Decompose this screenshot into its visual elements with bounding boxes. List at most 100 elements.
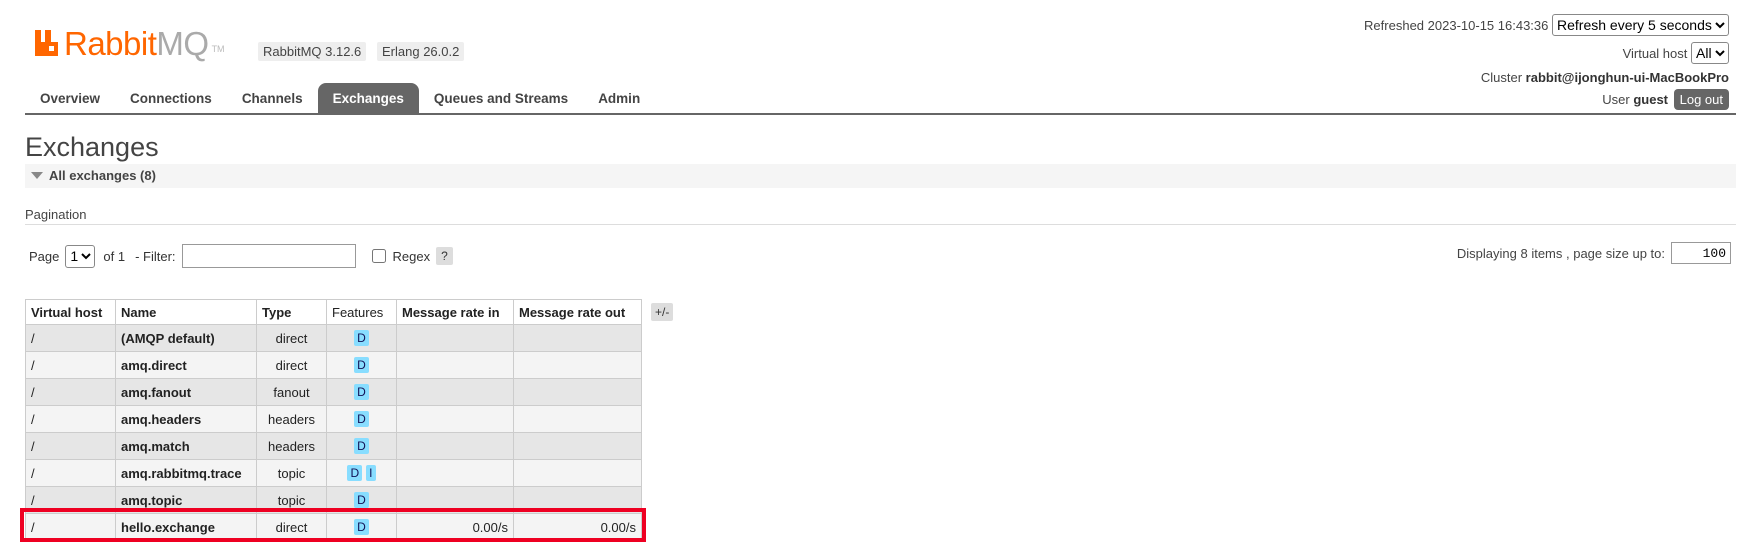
cell-vhost: / (25, 405, 116, 433)
page-select[interactable]: 1 (65, 244, 96, 268)
refresh-interval-select[interactable]: Refresh every 5 seconds (1552, 14, 1729, 36)
erlang-version-badge: Erlang 26.0.2 (377, 42, 465, 61)
feature-badge: D (354, 357, 369, 373)
exchanges-table: Virtual host Name Type Features Message … (25, 299, 642, 541)
cell-vhost: / (25, 459, 116, 487)
cell-rate-out (513, 324, 642, 352)
display-count-label: Displaying 8 items , page size up to: (1456, 245, 1665, 261)
cell-rate-out (513, 351, 642, 379)
table-row: / (AMQP default) direct D (25, 324, 642, 352)
feature-badge: D (354, 438, 369, 454)
page-of-label: of 1 (103, 248, 126, 264)
cell-features: D (326, 324, 397, 352)
cell-rate-in (396, 459, 514, 487)
cell-features: D (326, 405, 397, 433)
table-row: / amq.fanout fanout D (25, 378, 642, 406)
vhost-label: Virtual host (1622, 46, 1688, 61)
user-label: User (1602, 92, 1630, 107)
refresh-row: Refreshed 2023-10-15 16:43:36 Refresh ev… (1364, 14, 1729, 36)
cell-features: D (326, 378, 397, 406)
cell-features: DI (326, 459, 397, 487)
table-row: / amq.direct direct D (25, 351, 642, 379)
regex-label: Regex (392, 248, 431, 264)
main-nav-tabs: Overview Connections Channels Exchanges … (25, 83, 655, 114)
col-type[interactable]: Type (256, 299, 327, 325)
cell-type: topic (256, 459, 327, 487)
page-size-input[interactable] (1671, 242, 1731, 264)
logo-trademark: TM (211, 44, 225, 54)
table-row: / amq.rabbitmq.trace topic D I (25, 459, 642, 487)
tab-overview[interactable]: Overview (25, 83, 115, 114)
all-exchanges-section-toggle[interactable]: All exchanges (8) (25, 164, 1736, 188)
tab-admin[interactable]: Admin (583, 83, 655, 114)
logout-button[interactable]: Log out (1673, 89, 1729, 110)
table-row: / amq.match headers D (25, 432, 642, 460)
pagination-controls: Page 1 of 1 - Filter: Regex ? (29, 244, 453, 268)
logo-text-rabbit: Rabbit (64, 25, 157, 62)
cell-vhost: / (25, 324, 116, 352)
cell-exchange-name[interactable]: amq.match (115, 432, 257, 460)
cell-rate-out (513, 405, 642, 433)
feature-badge: D (354, 384, 369, 400)
logo-text-mq: MQ (156, 25, 209, 62)
pagination-label: Pagination (25, 207, 87, 222)
vhost-row: Virtual host All (1623, 42, 1729, 64)
table-header-row: Virtual host Name Type Features Message … (25, 299, 642, 325)
cluster-label: Cluster (1480, 70, 1523, 85)
cell-rate-in (396, 378, 514, 406)
regex-checkbox[interactable] (371, 249, 386, 263)
cell-rate-out (513, 378, 642, 406)
feature-badge: D (354, 492, 369, 508)
cluster-name: rabbit@ijonghun-ui-MacBookPro (1525, 70, 1729, 85)
col-features: Features (326, 299, 397, 325)
cell-exchange-name[interactable]: (AMQP default) (115, 324, 257, 352)
tab-channels[interactable]: Channels (227, 83, 318, 114)
cell-vhost: / (25, 378, 116, 406)
rabbitmq-version-badge: RabbitMQ 3.12.6 (258, 42, 367, 61)
user-row: User guest Log out (1602, 89, 1729, 110)
cell-features: D (326, 432, 397, 460)
regex-help-button[interactable]: ? (436, 247, 453, 265)
col-name[interactable]: Name (115, 299, 257, 325)
cell-rate-in (396, 324, 514, 352)
table-row: / amq.headers headers D (25, 405, 642, 433)
vhost-select[interactable]: All (1691, 42, 1729, 64)
cluster-row: Cluster rabbit@ijonghun-ui-MacBookPro (1481, 70, 1729, 85)
rabbitmq-logo-icon (35, 30, 58, 56)
collapse-triangle-icon (31, 172, 43, 179)
col-message-rate-out[interactable]: Message rate out (513, 299, 642, 325)
cell-rate-in (396, 405, 514, 433)
tab-connections[interactable]: Connections (115, 83, 227, 114)
pagination-divider (25, 224, 1736, 225)
cell-features: D (326, 351, 397, 379)
cell-exchange-name[interactable]: amq.headers (115, 405, 257, 433)
cell-type: direct (256, 324, 327, 352)
cell-type: fanout (256, 378, 327, 406)
display-info: Displaying 8 items , page size up to: (1457, 242, 1731, 264)
columns-toggle-button[interactable]: +/- (651, 303, 674, 321)
col-virtual-host[interactable]: Virtual host (25, 299, 116, 325)
user-name: guest (1633, 92, 1668, 107)
cell-exchange-name[interactable]: amq.fanout (115, 378, 257, 406)
tab-queues-and-streams[interactable]: Queues and Streams (419, 83, 583, 114)
cell-vhost: / (25, 351, 116, 379)
cell-rate-in (396, 351, 514, 379)
col-message-rate-in[interactable]: Message rate in (396, 299, 514, 325)
feature-badge: D (354, 411, 369, 427)
tab-exchanges[interactable]: Exchanges (317, 83, 419, 114)
page-title: Exchanges (25, 132, 159, 162)
section-title: All exchanges (8) (49, 168, 156, 183)
rabbitmq-logo[interactable]: Rabbit MQ TM (34, 22, 225, 62)
cell-rate-in (396, 432, 514, 460)
highlight-box (20, 508, 646, 542)
filter-label: - Filter: (135, 248, 176, 264)
cell-type: headers (256, 432, 327, 460)
feature-badge: I (366, 465, 376, 481)
cell-type: direct (256, 351, 327, 379)
feature-badge: D (347, 465, 363, 481)
filter-input[interactable] (181, 244, 356, 268)
cell-exchange-name[interactable]: amq.direct (115, 351, 257, 379)
cell-vhost: / (25, 432, 116, 460)
cell-exchange-name[interactable]: amq.rabbitmq.trace (115, 459, 257, 487)
refreshed-label: Refreshed (1364, 18, 1425, 33)
